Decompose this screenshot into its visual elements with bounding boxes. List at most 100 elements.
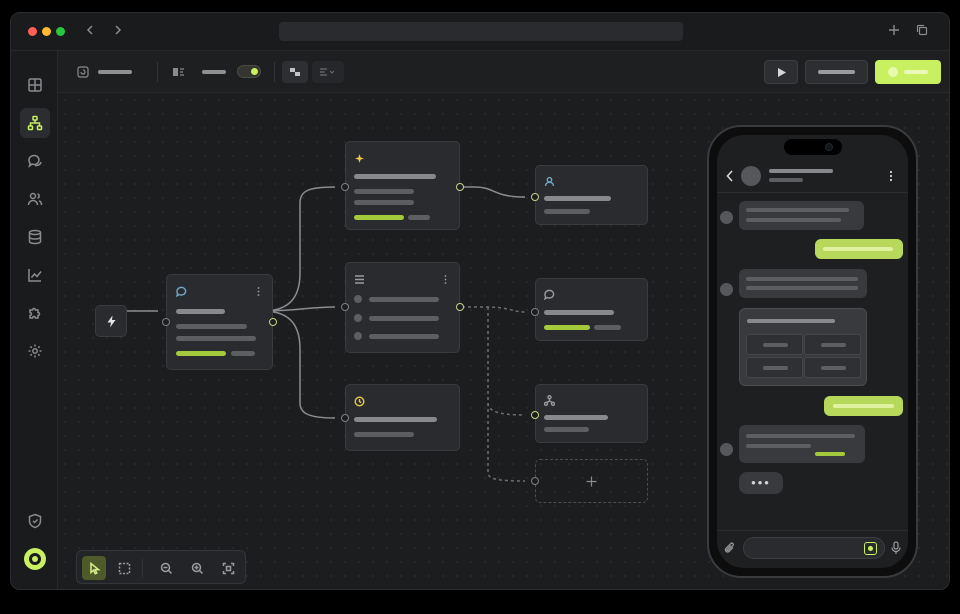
add-node-button[interactable] — [535, 459, 648, 503]
message-icon — [175, 284, 187, 298]
quick-reply-button[interactable] — [746, 334, 803, 355]
message-node[interactable] — [166, 274, 273, 370]
port[interactable] — [456, 183, 464, 191]
delay-node[interactable] — [345, 384, 460, 451]
align-dropdown[interactable] — [312, 61, 344, 83]
trigger-node[interactable] — [95, 305, 127, 337]
publish-button-label — [904, 70, 928, 74]
plus-icon[interactable] — [884, 22, 904, 42]
reply-node[interactable] — [535, 278, 648, 341]
option-bullet — [354, 314, 362, 322]
titlebar — [11, 13, 949, 51]
flow-canvas[interactable]: ••• — [58, 93, 949, 589]
ai-node[interactable] — [345, 141, 460, 230]
refresh-icon — [77, 66, 89, 78]
more-menu-icon[interactable] — [253, 284, 264, 296]
outgoing-message — [815, 239, 903, 259]
cursor-icon — [89, 561, 101, 575]
chat-header — [717, 159, 908, 193]
minimize-window-button[interactable] — [42, 27, 51, 36]
publish-status-label — [98, 70, 132, 74]
outgoing-message — [824, 396, 903, 416]
select-tool-button[interactable] — [82, 556, 106, 580]
route-node[interactable] — [535, 384, 648, 443]
quick-reply-card — [739, 308, 867, 386]
list-icon — [354, 272, 365, 284]
marquee-tool-button[interactable] — [112, 556, 136, 580]
quick-reply-button[interactable] — [804, 357, 861, 378]
align-icon — [320, 68, 335, 76]
copy-icon[interactable] — [912, 22, 932, 42]
quick-reply-button[interactable] — [746, 357, 803, 378]
bot-avatar — [720, 211, 733, 224]
marquee-icon — [118, 562, 130, 574]
message-icon — [543, 287, 555, 301]
bolt-icon — [107, 315, 115, 327]
puzzle-icon[interactable] — [20, 298, 50, 328]
zoom-in-button[interactable] — [185, 556, 209, 580]
chevron-right-icon[interactable] — [108, 22, 128, 42]
profile-icon[interactable] — [24, 548, 46, 570]
users-icon[interactable] — [20, 184, 50, 214]
run-button[interactable] — [764, 60, 798, 84]
port[interactable] — [162, 318, 170, 326]
flow-icon[interactable] — [20, 108, 50, 138]
port[interactable] — [531, 308, 539, 316]
contact-node[interactable] — [535, 165, 648, 225]
close-window-button[interactable] — [28, 27, 37, 36]
port[interactable] — [341, 183, 349, 191]
paperclip-icon[interactable] — [724, 541, 736, 555]
grid-icon[interactable] — [20, 70, 50, 100]
phone-preview: ••• — [707, 125, 918, 578]
nodes-icon — [289, 67, 300, 76]
port[interactable] — [269, 318, 277, 326]
node-view-button[interactable] — [282, 61, 308, 83]
microphone-icon[interactable] — [891, 541, 901, 555]
options-node[interactable] — [345, 262, 460, 353]
edge-message-ai — [262, 186, 336, 312]
zoom-out-icon — [160, 562, 172, 574]
auto-toggle-switch[interactable] — [237, 65, 261, 78]
quick-reply-button[interactable] — [804, 334, 861, 355]
edge-message-delay — [262, 310, 336, 419]
chevron-left-icon[interactable] — [726, 170, 734, 182]
sparkle-icon — [354, 151, 365, 163]
zoom-out-button[interactable] — [154, 556, 178, 580]
port[interactable] — [531, 411, 539, 419]
port[interactable] — [341, 414, 349, 422]
play-icon — [777, 67, 786, 77]
sticker-icon[interactable] — [864, 542, 877, 555]
chevron-left-icon[interactable] — [80, 22, 100, 42]
port[interactable] — [456, 303, 464, 311]
layout-toggle[interactable] — [172, 66, 226, 78]
chat-icon[interactable] — [20, 146, 50, 176]
zoom-in-icon — [191, 562, 203, 574]
save-button[interactable] — [805, 60, 868, 84]
maximize-window-button[interactable] — [56, 27, 65, 36]
clock-icon — [354, 394, 365, 407]
address-bar[interactable] — [279, 22, 683, 41]
fit-view-button[interactable] — [216, 556, 240, 580]
port[interactable] — [531, 477, 539, 485]
bot-avatar — [720, 443, 733, 456]
port[interactable] — [341, 303, 349, 311]
status-dot — [888, 67, 898, 77]
layout-label — [202, 70, 226, 74]
dynamic-island — [784, 139, 842, 155]
more-menu-icon[interactable] — [889, 170, 893, 182]
shield-icon[interactable] — [20, 506, 50, 536]
port[interactable] — [531, 193, 539, 201]
publish-status[interactable] — [77, 66, 132, 78]
settings-icon[interactable] — [20, 336, 50, 366]
option-bullet — [354, 295, 362, 303]
edge-options-route — [487, 307, 526, 416]
incoming-message — [739, 269, 867, 298]
publish-button[interactable] — [875, 60, 941, 84]
bot-avatar — [720, 283, 733, 296]
composer — [717, 530, 908, 568]
canvas-tools — [76, 550, 246, 584]
database-icon[interactable] — [20, 222, 50, 252]
more-menu-icon[interactable] — [440, 272, 451, 284]
edge-message-options — [262, 306, 336, 312]
chart-icon[interactable] — [20, 260, 50, 290]
